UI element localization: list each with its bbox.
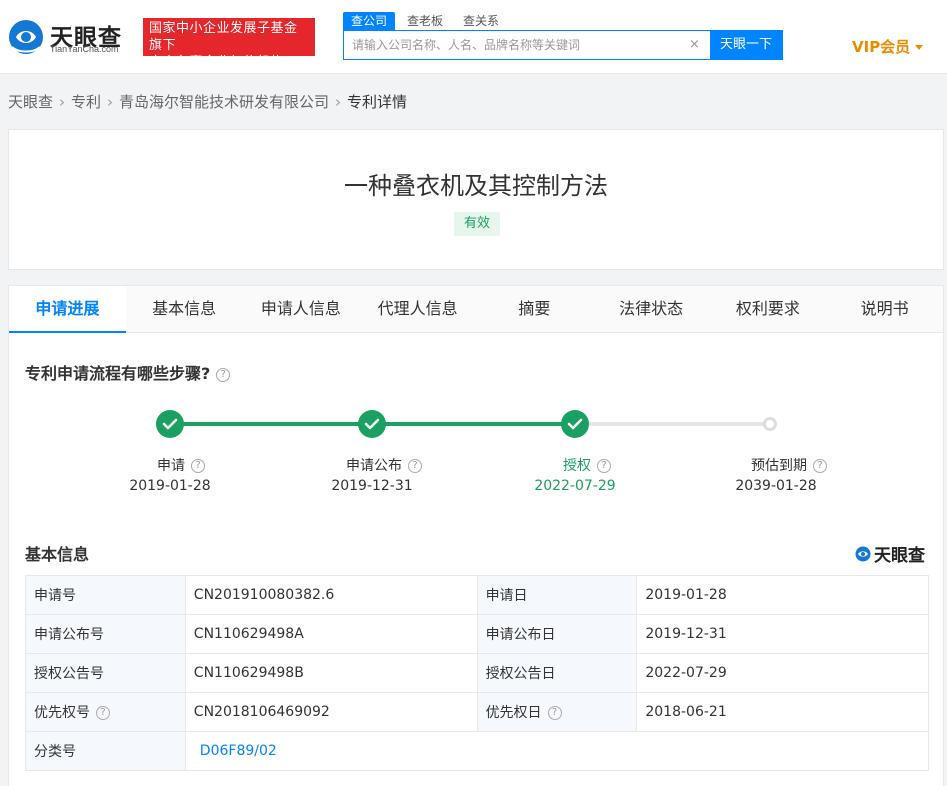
search-tabs: 查公司 查老板 查关系: [343, 12, 511, 30]
breadcrumb-current: 专利详情: [347, 93, 408, 111]
step-pending-dot: [763, 417, 777, 431]
search-button[interactable]: 天眼一下: [710, 31, 782, 59]
tianyancha-logo-icon: [855, 546, 871, 561]
field-value: CN110629498B: [184, 653, 478, 693]
patent-detail-card: 申请进展 基本信息 申请人信息 代理人信息 摘要 法律状态 权利要求 说明书 专…: [8, 285, 944, 786]
tab-applicant-info[interactable]: 申请人信息: [243, 286, 360, 333]
patent-title: 一种叠衣机及其控制方法: [344, 172, 608, 200]
search-tab-boss[interactable]: 查老板: [399, 12, 451, 30]
tab-legal-status[interactable]: 法律状态: [593, 286, 710, 333]
table-row: 申请公布号 CN110629498A 申请公布日 2019-12-31: [25, 614, 929, 654]
step-date: 2039-01-28: [735, 478, 817, 494]
brand-text: 天眼查: [874, 546, 925, 566]
step-label: 授权?: [527, 455, 647, 475]
progress-section-title: 专利申请流程有哪些步骤??: [25, 360, 231, 384]
vip-label: VIP会员: [852, 38, 911, 56]
table-row: 分类号 D06F89/02: [25, 731, 930, 771]
chevron-right-icon: ›: [335, 92, 342, 111]
logo-subtext: TianYanCha.com: [50, 44, 119, 54]
progress-line-3: [575, 422, 769, 426]
chevron-right-icon: ›: [59, 92, 66, 111]
step-date: 2019-01-28: [129, 478, 211, 494]
field-key: 申请日: [476, 575, 638, 615]
progress-line-1: [170, 422, 372, 426]
step-check-icon: [561, 410, 589, 438]
breadcrumb: 天眼查 › 专利 › 青岛海尔智能技术研发有限公司 › 专利详情: [8, 91, 407, 112]
progress-line-2: [372, 422, 575, 426]
step-label: 申请?: [121, 455, 241, 475]
field-key: 授权公告号: [25, 653, 186, 693]
basic-info-title: 基本信息: [25, 545, 90, 564]
field-key: 授权公告日: [476, 653, 638, 693]
tab-abstract[interactable]: 摘要: [476, 286, 593, 333]
breadcrumb-company[interactable]: 青岛海尔智能技术研发有限公司: [119, 91, 329, 112]
status-badge: 有效: [454, 212, 500, 236]
help-icon[interactable]: ?: [597, 459, 611, 473]
field-key: 申请公布日: [476, 614, 638, 654]
field-key: 申请公布号: [25, 614, 186, 654]
progress-title-text: 专利申请流程有哪些步骤?: [25, 364, 211, 383]
tab-basic-info[interactable]: 基本信息: [126, 286, 243, 333]
field-key: 申请号: [25, 575, 186, 615]
search-input[interactable]: [344, 31, 684, 59]
top-header: 天眼查 TianYanCha.com 国家中小企业发展子基金旗下 官方备案企业征…: [0, 0, 947, 74]
chevron-down-icon: [915, 45, 924, 50]
tianyancha-logo-icon: [9, 20, 43, 54]
step-date: 2022-07-29: [534, 478, 616, 494]
help-icon[interactable]: ?: [216, 367, 231, 382]
field-value: 2018-06-21: [636, 692, 929, 732]
table-row: 优先权号? CN2018106469092 优先权日? 2018-06-21: [25, 692, 929, 732]
field-key: 分类号: [25, 731, 186, 771]
tab-application-progress[interactable]: 申请进展: [9, 286, 126, 333]
step-check-icon: [358, 410, 386, 438]
vip-member-menu[interactable]: VIP会员: [852, 36, 924, 57]
field-value: 2022-07-29: [636, 653, 929, 693]
table-row: 申请号 CN201910080382.6 申请日 2019-01-28: [25, 575, 929, 615]
banner-line-1: 国家中小企业发展子基金旗下: [149, 21, 298, 53]
field-value: D06F89/02: [184, 731, 930, 771]
breadcrumb-home[interactable]: 天眼查: [8, 91, 53, 112]
help-icon[interactable]: ?: [547, 706, 562, 720]
banner-line-2: 官方备案企业征信机构: [149, 55, 285, 70]
step-label: 申请公布?: [324, 455, 444, 475]
search-tab-company[interactable]: 查公司: [343, 12, 396, 30]
field-value: CN110629498A: [184, 614, 478, 654]
patent-title-card: 一种叠衣机及其控制方法 有效: [8, 129, 944, 270]
tab-description[interactable]: 说明书: [826, 286, 943, 333]
step-date: 2019-12-31: [331, 478, 413, 494]
field-value: 2019-01-28: [636, 575, 929, 615]
step-check-icon: [156, 410, 184, 438]
help-icon[interactable]: ?: [813, 459, 827, 473]
tianyancha-logo[interactable]: 天眼查 TianYanCha.com: [8, 17, 136, 57]
step-label: 预估到期?: [729, 455, 849, 475]
help-icon[interactable]: ?: [408, 459, 422, 473]
detail-tabs: 申请进展 基本信息 申请人信息 代理人信息 摘要 法律状态 权利要求 说明书: [9, 286, 943, 333]
field-value: CN2018106469092: [184, 692, 478, 732]
field-value: 2019-12-31: [636, 614, 929, 654]
field-key: 优先权号?: [25, 692, 186, 732]
help-icon[interactable]: ?: [191, 459, 205, 473]
tab-agent-info[interactable]: 代理人信息: [359, 286, 476, 333]
basic-info-table: 申请号 CN201910080382.6 申请日 2019-01-28 申请公布…: [25, 575, 930, 771]
classification-link[interactable]: D06F89/02: [194, 743, 277, 759]
breadcrumb-patent[interactable]: 专利: [71, 91, 101, 112]
tab-claims[interactable]: 权利要求: [710, 286, 827, 333]
chevron-right-icon: ›: [107, 92, 114, 111]
official-banner: 国家中小企业发展子基金旗下 官方备案企业征信机构: [143, 18, 315, 70]
help-icon[interactable]: ?: [96, 706, 110, 720]
tianyancha-watermark: 天眼查: [855, 541, 925, 566]
field-key: 优先权日?: [476, 692, 638, 732]
search-tab-relation[interactable]: 查关系: [455, 12, 507, 30]
clear-icon[interactable]: ×: [689, 37, 700, 52]
table-row: 授权公告号 CN110629498B 授权公告日 2022-07-29: [25, 653, 929, 693]
search-box: × 天眼一下: [343, 30, 783, 60]
field-value: CN201910080382.6: [184, 575, 478, 615]
